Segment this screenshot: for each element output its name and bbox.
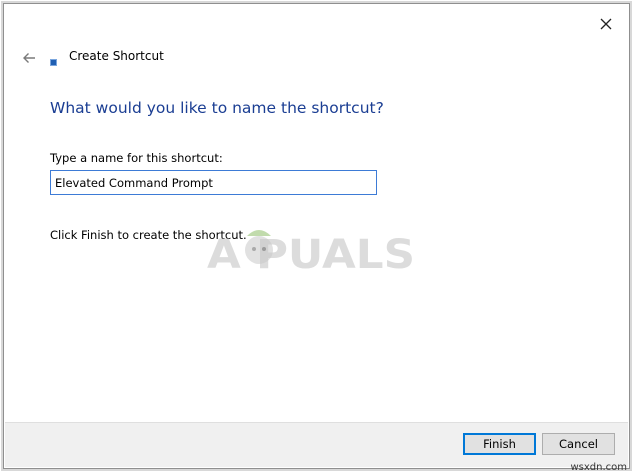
mascot-icon: [245, 230, 273, 264]
back-arrow-icon: [23, 53, 35, 63]
window-title: Create Shortcut: [69, 49, 164, 63]
shortcut-name-label: Type a name for this shortcut:: [50, 151, 223, 165]
cancel-button[interactable]: Cancel: [542, 433, 615, 455]
close-button[interactable]: [591, 12, 621, 36]
page-heading: What would you like to name the shortcut…: [50, 99, 384, 117]
close-icon: [600, 18, 612, 30]
site-credit: wsxdn.com: [570, 462, 627, 473]
finish-button[interactable]: Finish: [463, 433, 536, 455]
shortcut-name-input[interactable]: [50, 170, 377, 195]
create-shortcut-dialog: Create Shortcut What would you like to n…: [3, 3, 630, 469]
dialog-footer: Finish Cancel: [5, 422, 628, 467]
finish-hint-text: Click Finish to create the shortcut.: [50, 228, 247, 242]
back-button[interactable]: [16, 46, 42, 70]
shortcut-icon: [50, 59, 57, 66]
